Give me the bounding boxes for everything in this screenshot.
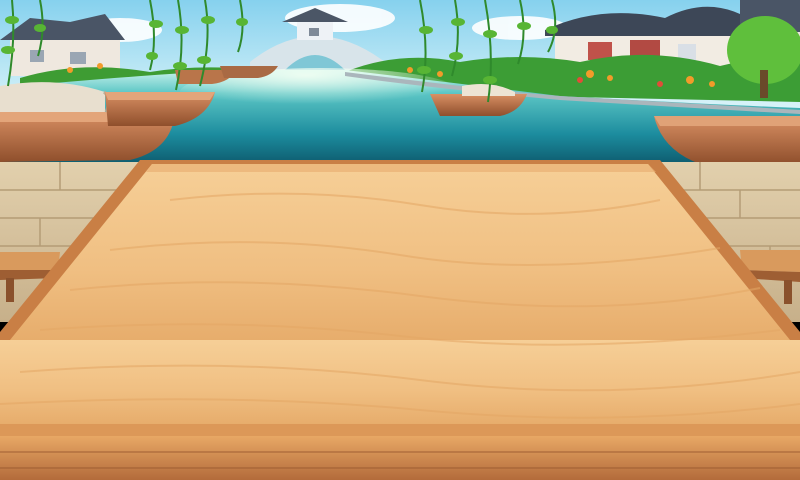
table-edge — [0, 424, 800, 436]
table-front-surface — [0, 340, 800, 424]
wooden-table — [0, 160, 800, 480]
table-apron — [0, 436, 800, 480]
game-scene — [0, 0, 800, 480]
scene-canvas — [0, 0, 800, 480]
